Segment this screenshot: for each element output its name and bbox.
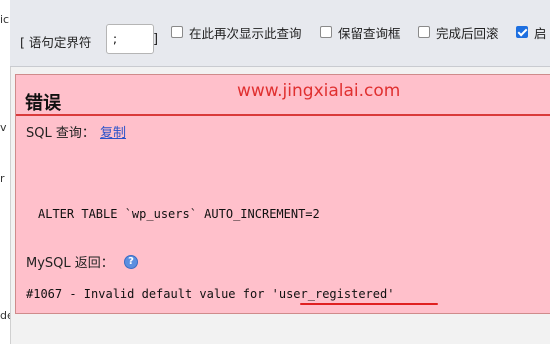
checkbox-show-query-again[interactable]	[171, 26, 183, 38]
option-enable[interactable]: 启	[516, 24, 547, 41]
option-rollback-when-done[interactable]: 完成后回滚	[418, 24, 499, 41]
error-panel: 错误 www.jingxialai.com SQL 查询： 复制 ALTER T…	[15, 74, 550, 314]
option-label: 在此再次显示此查询	[189, 25, 302, 41]
highlight-underline	[300, 303, 438, 305]
sidebar-fragment: de	[0, 309, 10, 322]
watermark: www.jingxialai.com	[237, 81, 401, 101]
mysql-returned-label: MySQL 返回：	[26, 256, 114, 271]
help-icon[interactable]: ?	[124, 255, 138, 269]
error-header: 错误 www.jingxialai.com	[16, 75, 550, 116]
error-title: 错误	[25, 93, 61, 114]
sidebar-fragment: v	[0, 121, 7, 134]
delimiter-label: [ 语句定界符	[20, 35, 92, 50]
delimiter-bracket-close: ]	[153, 32, 159, 47]
sql-query-label: SQL 查询：	[26, 126, 95, 141]
checkbox-keep-query-box[interactable]	[320, 26, 332, 38]
option-show-query-again[interactable]: 在此再次显示此查询	[171, 24, 302, 41]
sidebar-fragment: r	[0, 172, 5, 185]
delimiter-input[interactable]	[106, 24, 154, 54]
query-options-bar: [ 语句定界符 ] 在此再次显示此查询 保留查询框 完成后回滚 启	[10, 0, 550, 67]
option-keep-query-box[interactable]: 保留查询框	[320, 24, 401, 41]
sql-query-text: ALTER TABLE `wp_users` AUTO_INCREMENT=2	[38, 207, 320, 221]
checkbox-rollback-when-done[interactable]	[418, 26, 430, 38]
checkbox-enable[interactable]	[516, 26, 528, 38]
error-message: #1067 - Invalid default value for 'user_…	[26, 287, 395, 301]
option-label: 启	[534, 25, 547, 41]
sidebar-fragment: ic	[0, 13, 10, 26]
option-label: 保留查询框	[338, 25, 401, 41]
option-label: 完成后回滚	[436, 25, 499, 41]
copy-link[interactable]: 复制	[100, 122, 126, 141]
